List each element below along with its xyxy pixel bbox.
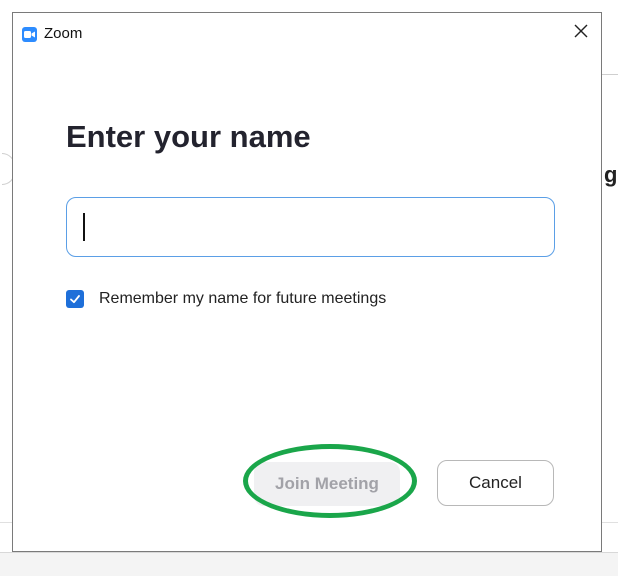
- background-divider: [600, 74, 618, 75]
- checkmark-icon: [70, 295, 80, 304]
- zoom-camera-icon: [22, 27, 37, 42]
- dialog-heading: Enter your name: [66, 119, 311, 154]
- close-icon: [574, 24, 588, 43]
- background-bottom-strip: [0, 552, 618, 576]
- enter-name-dialog: Zoom Enter your name Remember my name fo…: [12, 12, 602, 552]
- text-caret: [83, 213, 85, 241]
- close-button[interactable]: [561, 13, 601, 53]
- cancel-button[interactable]: Cancel: [437, 460, 554, 506]
- remember-name-checkbox-row[interactable]: Remember my name for future meetings: [66, 287, 386, 311]
- title-bar: Zoom: [13, 13, 601, 53]
- background-partial-text: g: [604, 162, 618, 187]
- remember-name-label: Remember my name for future meetings: [99, 290, 387, 307]
- name-input[interactable]: [66, 197, 555, 257]
- remember-name-checkbox[interactable]: [66, 290, 84, 308]
- window-title: Zoom: [44, 25, 83, 42]
- join-meeting-button[interactable]: Join Meeting: [254, 462, 400, 506]
